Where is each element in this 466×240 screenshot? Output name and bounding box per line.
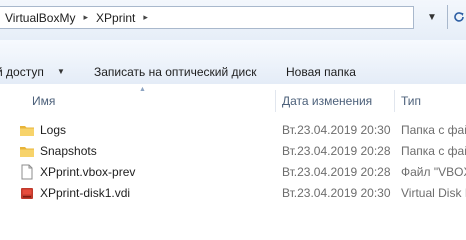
column-divider[interactable] xyxy=(394,90,395,112)
file-type: Virtual Disk I xyxy=(401,186,466,200)
sort-ascending-icon: ▲ xyxy=(139,86,146,93)
address-bar[interactable]: VirtualBoxMy ▸ XPprint ▸ xyxy=(0,6,414,29)
breadcrumb-virtualboxmy[interactable]: VirtualBoxMy xyxy=(5,11,75,25)
breadcrumb-separator-icon[interactable]: ▸ xyxy=(143,12,148,23)
column-headers: ▲ Имя Дата изменения Тип xyxy=(0,84,466,116)
file-row[interactable]: Logs Вт.23.04.2019 20:30 Папка с фай xyxy=(0,120,466,140)
chevron-down-icon[interactable]: ▼ xyxy=(425,11,439,25)
share-menu-button[interactable]: й доступ xyxy=(0,65,44,79)
folder-icon xyxy=(19,122,35,138)
file-name: XPprint-disk1.vdi xyxy=(40,186,131,200)
file-name: Logs xyxy=(40,123,67,137)
chevron-down-icon[interactable]: ▼ xyxy=(57,67,65,76)
file-type: Папка с фай xyxy=(401,123,466,137)
file-date: Вт.23.04.2019 20:30 xyxy=(282,123,391,137)
column-header-type[interactable]: Тип xyxy=(401,94,421,108)
file-type: Папка с фай xyxy=(401,144,466,158)
address-bar-area: VirtualBoxMy ▸ XPprint ▸ ▼ xyxy=(0,0,466,41)
file-icon xyxy=(19,164,35,180)
file-date: Вт.23.04.2019 20:30 xyxy=(282,186,391,200)
column-header-name[interactable]: Имя xyxy=(32,94,55,108)
file-date: Вт.23.04.2019 20:28 xyxy=(282,165,391,179)
file-name: XPprint.vbox-prev xyxy=(40,165,136,179)
virtual-disk-icon xyxy=(19,185,35,201)
file-row[interactable]: XPprint-disk1.vdi Вт.23.04.2019 20:30 Vi… xyxy=(0,183,466,203)
folder-icon xyxy=(19,143,35,159)
file-row[interactable]: Snapshots Вт.23.04.2019 20:28 Папка с фа… xyxy=(0,141,466,161)
file-name: Snapshots xyxy=(40,144,97,158)
refresh-icon[interactable] xyxy=(447,5,466,29)
new-folder-button[interactable]: Новая папка xyxy=(286,65,356,79)
file-type: Файл "VBOX xyxy=(401,165,466,179)
column-divider[interactable] xyxy=(275,90,276,112)
column-header-date[interactable]: Дата изменения xyxy=(282,94,372,108)
command-bar: й доступ ▼ Записать на оптический диск Н… xyxy=(0,40,466,85)
file-date: Вт.23.04.2019 20:28 xyxy=(282,144,391,158)
breadcrumb-xpprint[interactable]: XPprint xyxy=(96,11,135,25)
file-row[interactable]: XPprint.vbox-prev Вт.23.04.2019 20:28 Фа… xyxy=(0,162,466,182)
burn-to-disc-button[interactable]: Записать на оптический диск xyxy=(94,65,257,79)
breadcrumb-separator-icon[interactable]: ▸ xyxy=(83,12,88,23)
